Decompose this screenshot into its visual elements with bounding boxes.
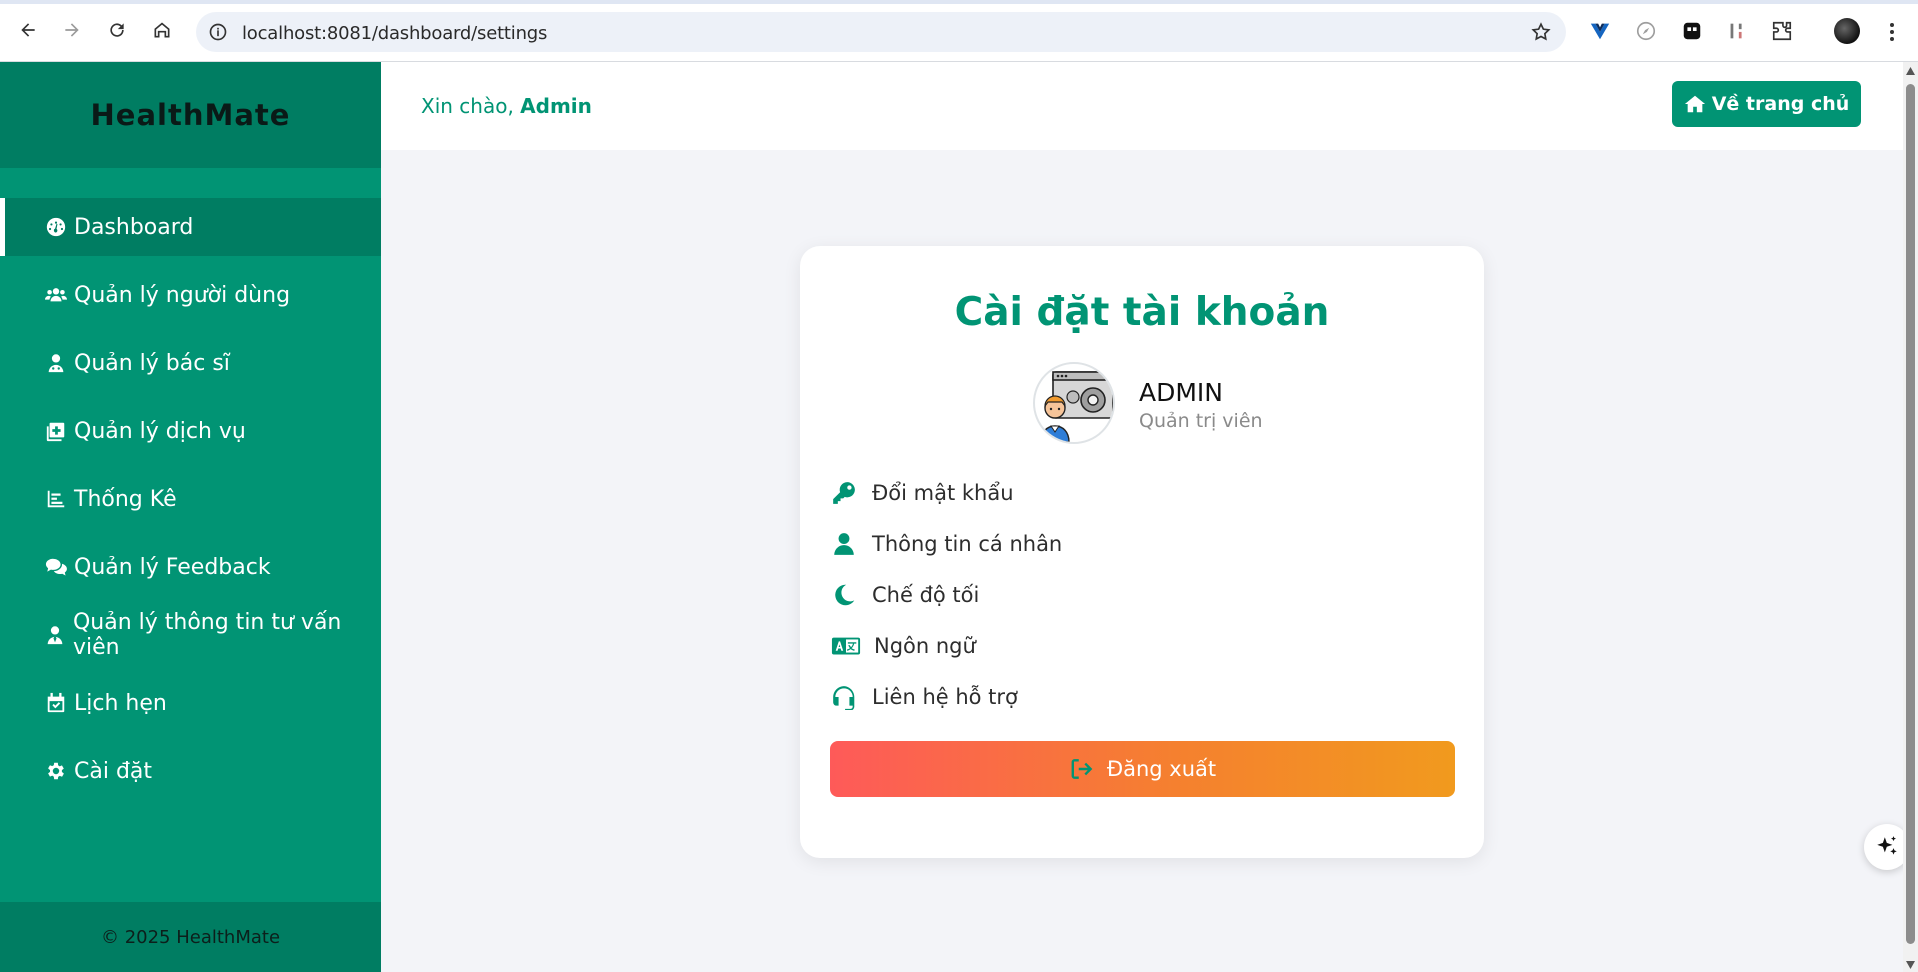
sidebar-item-label: Lịch hẹn	[74, 690, 167, 716]
scroll-thumb[interactable]	[1906, 84, 1915, 944]
option-dark-mode[interactable]: Chế độ tối	[830, 578, 979, 612]
sign-out-icon	[1071, 759, 1093, 779]
home-icon[interactable]	[148, 16, 176, 44]
url-text[interactable]: localhost:8081/dashboard/settings	[242, 23, 547, 44]
sidebar-menu: Dashboard Quản lý người dùng Quản lý bác…	[0, 198, 381, 810]
extensions-puzzle-icon[interactable]	[1770, 19, 1794, 43]
option-support[interactable]: Liên hệ hỗ trợ	[830, 680, 1018, 714]
greeting: Xin chào, Admin	[421, 94, 592, 118]
sidebar-item-doctors[interactable]: Quản lý bác sĩ	[0, 334, 381, 392]
forward-icon[interactable]	[58, 16, 86, 44]
sparkle-icon	[1877, 836, 1897, 855]
bookmark-star-icon[interactable]	[1530, 21, 1552, 43]
settings-card: Cài đặt tài khoản ADMIN Quản trị viên Đổ…	[800, 246, 1484, 858]
tab-strip-edge	[0, 0, 1918, 4]
back-icon[interactable]	[14, 16, 42, 44]
sidebar-item-label: Quản lý bác sĩ	[74, 350, 230, 376]
sidebar-item-label: Quản lý thông tin tư vấn viên	[72, 610, 342, 660]
house-icon	[1684, 95, 1705, 113]
scroll-up-arrow-icon[interactable]	[1905, 66, 1916, 76]
chart-icon	[44, 487, 68, 511]
sidebar-item-label: Quản lý dịch vụ	[74, 418, 246, 444]
greeting-name: Admin	[520, 94, 592, 118]
topbar: Xin chào, Admin Về trang chủ	[381, 62, 1903, 150]
home-button[interactable]: Về trang chủ	[1672, 81, 1861, 127]
extension-tool-icon[interactable]	[1725, 19, 1749, 43]
sidebar-item-dashboard[interactable]: Dashboard	[0, 198, 381, 256]
sidebar-item-users[interactable]: Quản lý người dùng	[0, 266, 381, 324]
extension-compass-icon[interactable]	[1634, 19, 1658, 43]
sidebar-item-settings[interactable]: Cài đặt	[0, 742, 381, 800]
option-label: Chế độ tối	[872, 583, 980, 607]
option-personal-info[interactable]: Thông tin cá nhân	[830, 527, 1062, 561]
calendar-check-icon	[44, 691, 68, 715]
user-name: ADMIN	[1139, 378, 1223, 407]
greeting-prefix: Xin chào,	[421, 94, 514, 118]
browser-toolbar: localhost:8081/dashboard/settings	[0, 0, 1918, 62]
users-icon	[44, 283, 68, 307]
sidebar-item-services[interactable]: Quản lý dịch vụ	[0, 402, 381, 460]
extension-app-icon[interactable]	[1680, 19, 1704, 43]
logout-label: Đăng xuất	[1106, 757, 1217, 781]
avatar	[1033, 362, 1115, 444]
user-tie-icon	[44, 623, 67, 647]
user-role: Quản trị viên	[1139, 410, 1263, 432]
sidebar-item-consultants[interactable]: Quản lý thông tin tư vấn viên	[0, 606, 381, 664]
sidebar-item-label: Quản lý Feedback	[74, 554, 271, 580]
scroll-down-arrow-icon[interactable]	[1905, 960, 1916, 970]
medical-plus-icon	[44, 419, 68, 443]
option-label: Đổi mật khẩu	[872, 481, 1014, 505]
reload-icon[interactable]	[103, 16, 131, 44]
user-icon	[830, 530, 858, 558]
brand-logo[interactable]: HealthMate	[0, 62, 381, 168]
sidebar-item-label: Thống Kê	[74, 486, 177, 512]
sidebar-item-statistics[interactable]: Thống Kê	[0, 470, 381, 528]
site-info-icon[interactable]	[208, 22, 228, 42]
doctor-icon	[44, 351, 68, 375]
browser-menu-icon[interactable]	[1882, 20, 1902, 44]
address-bar[interactable]: localhost:8081/dashboard/settings	[196, 12, 1566, 52]
option-label: Ngôn ngữ	[874, 634, 976, 658]
sidebar-item-appointments[interactable]: Lịch hẹn	[0, 674, 381, 732]
comments-icon	[44, 555, 68, 579]
home-button-label: Về trang chủ	[1711, 93, 1850, 115]
page-title: Cài đặt tài khoản	[954, 290, 1330, 335]
profile-avatar-icon[interactable]	[1834, 18, 1860, 44]
sidebar-footer: © 2025 HealthMate	[0, 902, 381, 972]
extension-vue-icon[interactable]	[1588, 19, 1612, 43]
sidebar: HealthMate Dashboard Quản lý người dùng …	[0, 62, 381, 972]
option-change-password[interactable]: Đổi mật khẩu	[830, 476, 1014, 510]
page-scrollbar[interactable]	[1903, 62, 1918, 972]
gear-icon	[44, 759, 68, 783]
option-label: Thông tin cá nhân	[872, 532, 1063, 556]
headset-icon	[830, 683, 858, 711]
sidebar-item-label: Quản lý người dùng	[74, 282, 291, 308]
gauge-icon	[44, 215, 68, 239]
moon-icon	[830, 581, 858, 609]
language-icon	[830, 632, 862, 660]
key-icon	[830, 479, 858, 507]
logout-button[interactable]: Đăng xuất	[830, 741, 1455, 797]
sidebar-item-label: Cài đặt	[74, 758, 153, 784]
option-language[interactable]: Ngôn ngữ	[830, 629, 976, 663]
sidebar-item-label: Dashboard	[74, 214, 194, 240]
option-label: Liên hệ hỗ trợ	[872, 685, 1018, 709]
sidebar-item-feedback[interactable]: Quản lý Feedback	[0, 538, 381, 596]
